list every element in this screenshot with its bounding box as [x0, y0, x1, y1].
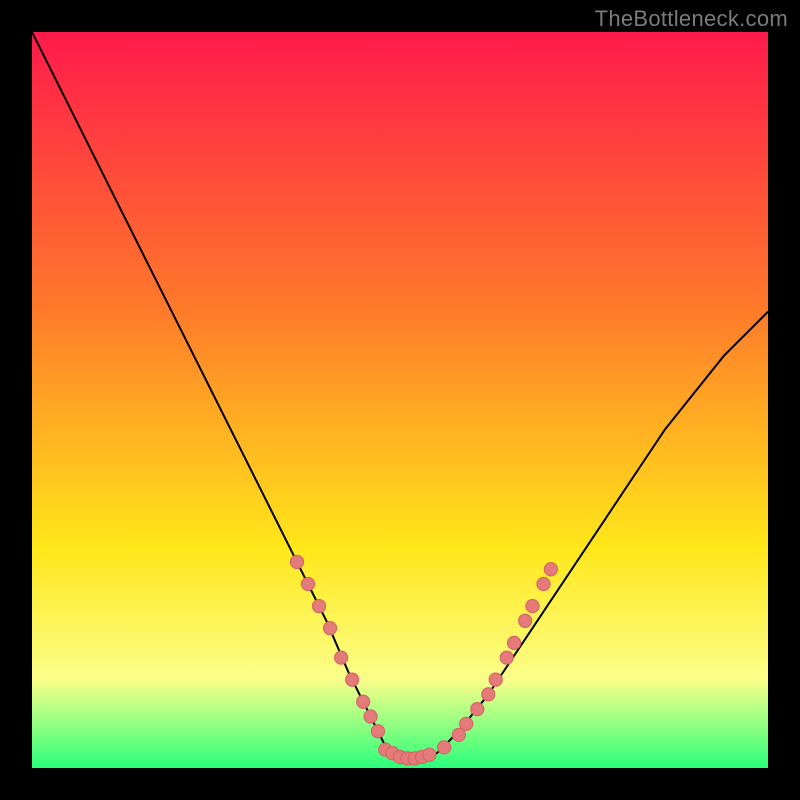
- left-dot-5: [335, 651, 348, 664]
- left-dot-6: [346, 673, 359, 686]
- right-dot-1: [460, 717, 473, 730]
- left-dot-7: [357, 695, 370, 708]
- chart-frame: TheBottleneck.com: [0, 0, 800, 800]
- attribution-text: TheBottleneck.com: [595, 6, 788, 32]
- bottom-dot-7: [423, 748, 436, 761]
- right-dot-9: [537, 577, 550, 590]
- left-dot-9: [371, 725, 384, 738]
- gradient-background: [32, 32, 768, 768]
- left-dot-2: [301, 577, 314, 590]
- left-dot-8: [364, 710, 377, 723]
- right-dot-2: [471, 703, 484, 716]
- right-dot-3: [482, 688, 495, 701]
- left-dot-1: [290, 555, 303, 568]
- left-dot-4: [323, 622, 336, 635]
- chart-svg: [32, 32, 768, 768]
- right-dot-7: [519, 614, 532, 627]
- right-dot-6: [507, 636, 520, 649]
- bottom-dot-8: [438, 741, 451, 754]
- right-dot-4: [489, 673, 502, 686]
- right-dot-5: [500, 651, 513, 664]
- plot-area: [32, 32, 768, 768]
- left-dot-3: [312, 599, 325, 612]
- right-dot-8: [526, 599, 539, 612]
- right-dot-10: [544, 563, 557, 576]
